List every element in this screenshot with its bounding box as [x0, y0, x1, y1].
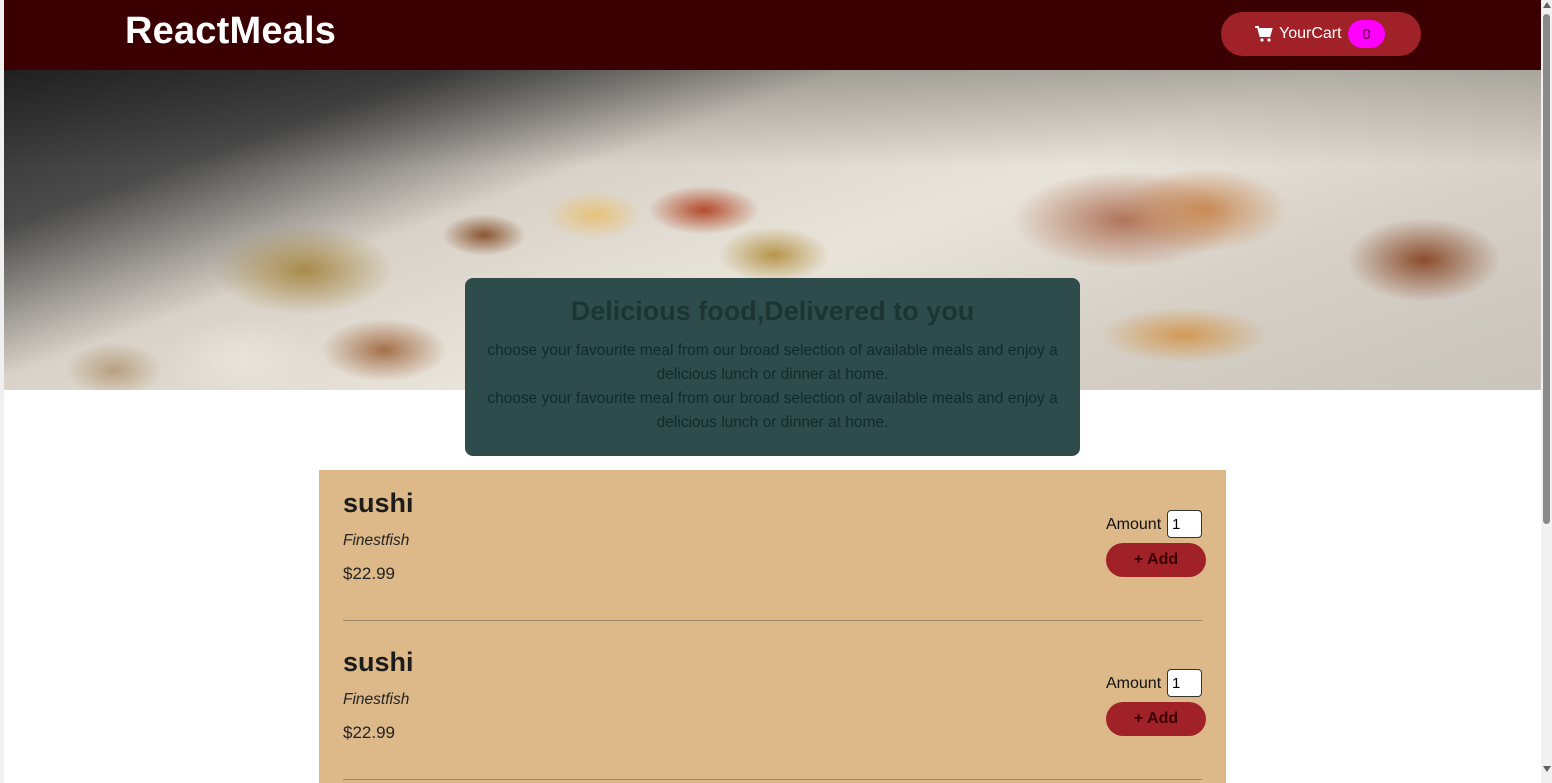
page-scrollbar[interactable]: [1541, 0, 1552, 783]
scroll-down-arrow-icon[interactable]: [1543, 766, 1551, 772]
add-to-cart-button[interactable]: + Add: [1106, 702, 1206, 736]
meals-list: sushi Finestfish $22.99 Amount + Add sus…: [319, 470, 1226, 783]
your-cart-button[interactable]: YourCart 0: [1221, 12, 1421, 56]
meal-item: sushi Finestfish $22.99 Amount + Add: [343, 470, 1206, 628]
summary-paragraph: choose your favourite meal from our broa…: [487, 390, 1058, 431]
cart-icon: [1255, 26, 1273, 42]
meal-description: Finestfish: [343, 691, 410, 708]
cart-label: YourCart: [1279, 25, 1342, 42]
meal-item: sushi Finestfish $22.99 Amount + Add: [343, 629, 1206, 783]
amount-label: Amount: [1106, 675, 1162, 692]
amount-label: Amount: [1106, 516, 1162, 533]
amount-input[interactable]: [1167, 669, 1202, 697]
meal-price: $22.99: [343, 723, 395, 742]
add-to-cart-button[interactable]: + Add: [1106, 543, 1206, 577]
meal-description: Finestfish: [343, 532, 410, 549]
scroll-up-arrow-icon[interactable]: [1543, 2, 1551, 8]
meal-name: sushi: [343, 488, 414, 518]
summary-title: Delicious food,Delivered to you: [570, 296, 975, 326]
meal-price: $22.99: [343, 564, 395, 583]
meal-name: sushi: [343, 647, 414, 677]
page: ReactMeals YourCart 0 Delicious food,Del…: [0, 0, 1552, 783]
meal-divider: [343, 779, 1202, 780]
meals-summary-card: Delicious food,Delivered to you choose y…: [465, 278, 1080, 456]
summary-paragraph: choose your favourite meal from our broa…: [487, 342, 1058, 383]
app-header: ReactMeals YourCart 0: [4, 0, 1541, 70]
brand-title: ReactMeals: [125, 10, 337, 52]
meal-divider: [343, 620, 1202, 621]
scroll-thumb[interactable]: [1543, 14, 1550, 524]
cart-count-badge: 0: [1348, 20, 1385, 48]
amount-input[interactable]: [1167, 510, 1202, 538]
